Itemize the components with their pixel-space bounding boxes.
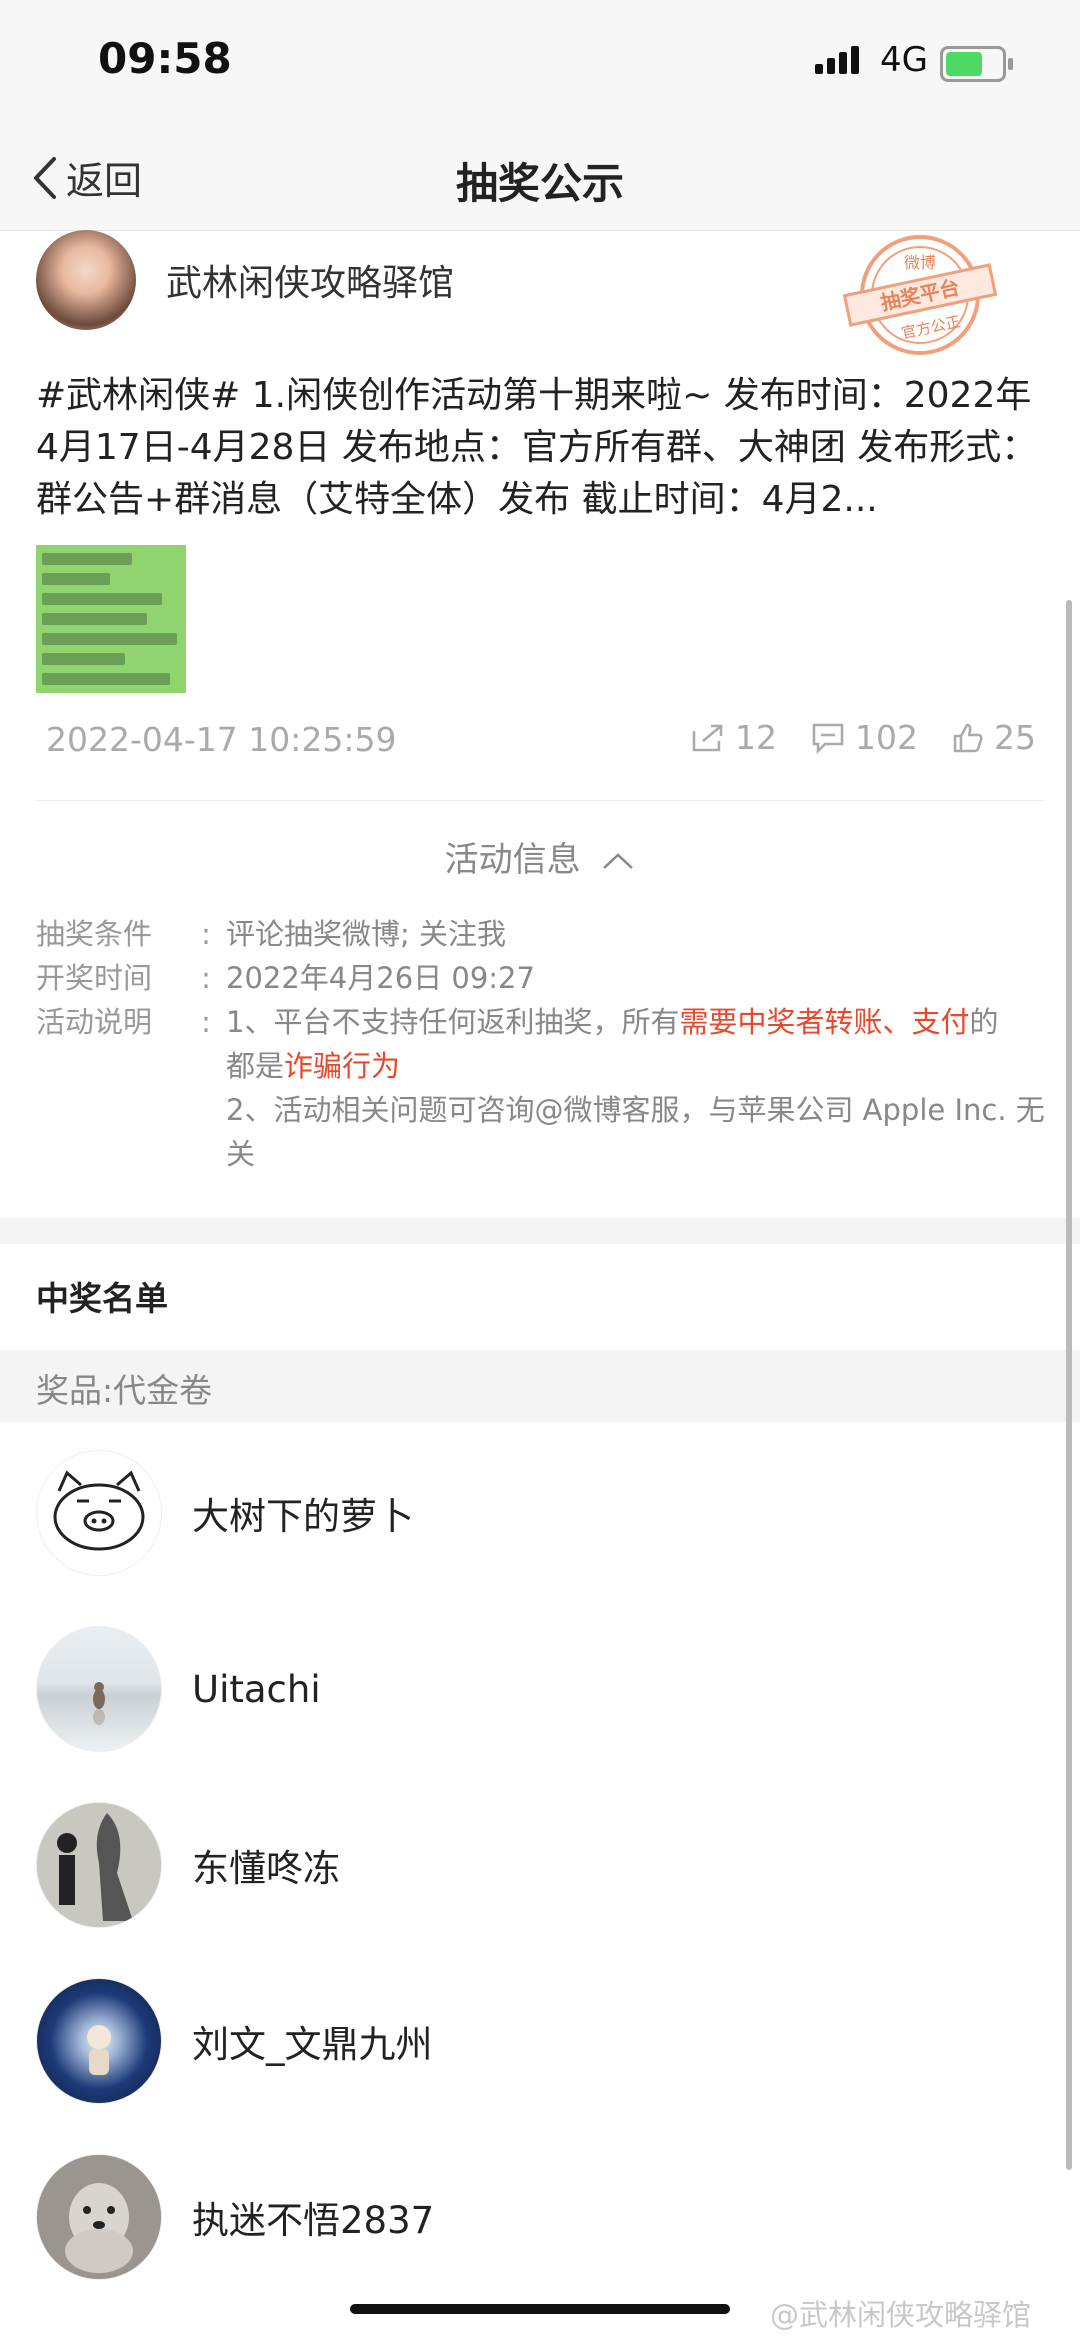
author-name[interactable]: 武林闲侠攻略驿馆 bbox=[166, 254, 454, 306]
winner-avatar[interactable] bbox=[36, 1450, 162, 1576]
winner-avatar[interactable] bbox=[36, 2154, 162, 2280]
chevron-up-icon bbox=[603, 853, 634, 869]
activity-info-toggle[interactable]: 活动信息 bbox=[0, 832, 1080, 881]
winner-avatar[interactable] bbox=[36, 1802, 162, 1928]
desc-line3: 2、活动相关问题可咨询@微博客服，与苹果公司 Apple Inc. 无关 bbox=[226, 1093, 1045, 1171]
info-label: 活动说明 bbox=[36, 1005, 153, 1039]
comment-count: 102 bbox=[855, 718, 918, 757]
weibo-watermark: @武林闲侠攻略驿馆 bbox=[770, 2298, 1032, 2332]
winner-row[interactable]: Uitachi bbox=[36, 1624, 1036, 1754]
repost-button[interactable]: 12 bbox=[691, 718, 777, 757]
page-title: 抽奖公示 bbox=[455, 159, 624, 208]
info-colon: : bbox=[201, 961, 211, 995]
nav-bar: 返回 抽奖公示 bbox=[0, 120, 1080, 231]
info-value: 评论抽奖微博; 关注我 bbox=[226, 917, 506, 951]
section-separator bbox=[0, 1218, 1080, 1244]
repost-count: 12 bbox=[735, 718, 777, 757]
info-label: 开奖时间 bbox=[36, 961, 153, 995]
thumbs-up-icon bbox=[953, 723, 983, 752]
info-value: 2022年4月26日 09:27 bbox=[226, 961, 535, 995]
winner-name[interactable]: 东懂咚冻 bbox=[192, 1838, 340, 1892]
cat-icon bbox=[93, 1682, 105, 1725]
author-avatar[interactable] bbox=[36, 230, 136, 330]
post-image-thumbnail[interactable] bbox=[36, 545, 186, 693]
signal-icon bbox=[815, 46, 859, 74]
desc-line1-b: 的 bbox=[969, 1005, 999, 1039]
silhouette-icon bbox=[37, 1803, 161, 1927]
prize-header: 奖品:代金卷 bbox=[0, 1350, 1080, 1422]
info-row-condition: 抽奖条件 : 评论抽奖微博; 关注我 bbox=[36, 912, 1046, 956]
winner-name[interactable]: 大树下的萝卜 bbox=[192, 1486, 414, 1540]
scrollbar[interactable] bbox=[1066, 600, 1072, 2170]
winner-row[interactable]: 刘文_文鼎九州 bbox=[36, 1976, 1036, 2106]
battery-icon bbox=[940, 46, 1013, 82]
lottery-platform-stamp: 微博 抽奖平台 官方公正 bbox=[842, 235, 998, 355]
winner-row[interactable]: 大树下的萝卜 bbox=[36, 1448, 1036, 1578]
like-button[interactable]: 25 bbox=[952, 718, 1036, 757]
winner-name[interactable]: 执迷不悟2837 bbox=[192, 2190, 434, 2244]
winner-row[interactable]: 东懂咚冻 bbox=[36, 1800, 1036, 1930]
winner-avatar[interactable] bbox=[36, 1978, 162, 2104]
status-bar: 09:58 4G bbox=[0, 0, 1080, 120]
info-colon: : bbox=[201, 1005, 211, 1039]
comment-icon bbox=[812, 723, 844, 754]
info-row-draw-time: 开奖时间 : 2022年4月26日 09:27 bbox=[36, 956, 1046, 1000]
winner-row[interactable]: 执迷不悟2837 bbox=[36, 2152, 1036, 2282]
author-row[interactable]: 武林闲侠攻略驿馆 bbox=[36, 230, 454, 330]
share-icon bbox=[692, 724, 723, 751]
desc-line2-warning: 诈骗行为 bbox=[284, 1049, 401, 1083]
network-label: 4G bbox=[880, 40, 928, 80]
desc-line1-a: 1、平台不支持任何返利抽奖，所有 bbox=[226, 1005, 680, 1039]
winner-name[interactable]: 刘文_文鼎九州 bbox=[192, 2014, 433, 2068]
comment-button[interactable]: 102 bbox=[811, 718, 918, 757]
stamp-bottom-text: 官方公正 bbox=[900, 312, 962, 342]
winner-avatar[interactable] bbox=[36, 1626, 162, 1752]
activity-info-label: 活动信息 bbox=[444, 840, 581, 880]
home-indicator[interactable] bbox=[350, 2304, 730, 2314]
post-actions: 12 102 25 bbox=[671, 718, 1036, 757]
desc-line2-a: 都是 bbox=[226, 1049, 285, 1083]
status-time: 09:58 bbox=[98, 34, 232, 83]
info-label: 抽奖条件 bbox=[36, 917, 153, 951]
stamp-top-text: 微博 bbox=[904, 253, 936, 272]
like-count: 25 bbox=[994, 718, 1036, 757]
post-text[interactable]: #武林闲侠# 1.闲侠创作活动第十期来啦~ 发布时间：2022年4月17日-4月… bbox=[36, 370, 1046, 526]
dog-icon bbox=[37, 2155, 161, 2279]
winner-name[interactable]: Uitachi bbox=[192, 1668, 321, 1711]
prize-label: 奖品:代金卷 bbox=[36, 1371, 213, 1410]
divider bbox=[36, 800, 1044, 801]
pig-icon bbox=[37, 1451, 161, 1575]
activity-info: 抽奖条件 : 评论抽奖微博; 关注我 开奖时间 : 2022年4月26日 09:… bbox=[36, 912, 1046, 1176]
post-timestamp: 2022-04-17 10:25:59 bbox=[46, 720, 397, 759]
desc-line1-warning: 需要中奖者转账、支付 bbox=[679, 1005, 970, 1039]
winners-title: 中奖名单 bbox=[36, 1279, 168, 1318]
figure-icon bbox=[87, 2025, 111, 2075]
info-row-description: 活动说明 : 1、平台不支持任何返利抽奖，所有需要中奖者转账、支付的 都是诈骗行… bbox=[36, 1000, 1046, 1176]
info-value: 1、平台不支持任何返利抽奖，所有需要中奖者转账、支付的 都是诈骗行为 2、活动相… bbox=[226, 1000, 1046, 1176]
info-colon: : bbox=[201, 917, 211, 951]
